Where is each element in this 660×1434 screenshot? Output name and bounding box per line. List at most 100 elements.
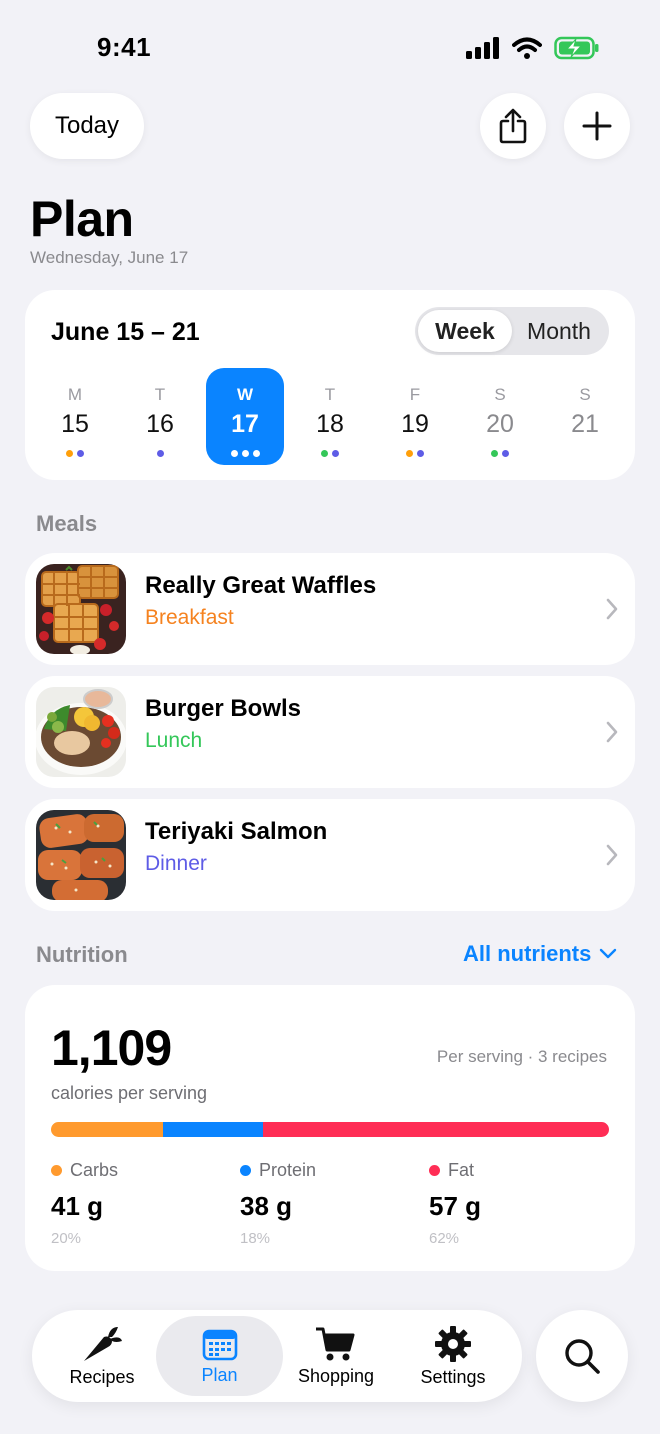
- day-number: 20: [486, 410, 514, 438]
- month-view-option[interactable]: Month: [512, 310, 606, 352]
- meal-name: Teriyaki Salmon: [145, 818, 328, 845]
- share-icon: [499, 108, 527, 144]
- meal-dots: [36, 450, 114, 458]
- tab-label: Settings: [420, 1366, 486, 1387]
- meal-dot: [66, 450, 73, 457]
- status-time: 9:41: [97, 32, 152, 62]
- macro-percent: 18%: [240, 1230, 271, 1247]
- meal-dot: [406, 450, 413, 457]
- macro-distribution-bar: [51, 1122, 609, 1137]
- serving-note: Per serving · 3 recipes: [436, 1047, 607, 1066]
- day-letter: T: [324, 385, 336, 404]
- day-number: 21: [571, 410, 599, 438]
- week-view-option[interactable]: Week: [418, 310, 512, 352]
- meal-type: Lunch: [145, 729, 203, 752]
- burger-bowl-thumbnail: [36, 687, 126, 777]
- macro-value: 57 g: [429, 1191, 482, 1221]
- meal-dots: [376, 450, 454, 458]
- meal-dot: [77, 450, 84, 457]
- macro-percent: 20%: [51, 1230, 82, 1247]
- day-number: 18: [316, 410, 344, 438]
- day-cell[interactable]: S 20: [461, 368, 539, 465]
- meal-dots: [121, 450, 199, 458]
- tab-label: Shopping: [297, 1365, 375, 1386]
- meal-name: Burger Bowls: [145, 695, 302, 722]
- chevron-right-icon: [606, 844, 618, 866]
- all-nutrients-label: All nutrients: [463, 941, 592, 966]
- meal-dot: [321, 450, 328, 457]
- day-number: 17: [231, 410, 259, 438]
- view-toggle: Week Month: [415, 307, 609, 355]
- search-icon: [565, 1339, 600, 1374]
- protein-color-dot: [240, 1165, 251, 1176]
- meal-dot: [491, 450, 498, 457]
- meals-section-heading: Meals: [36, 511, 98, 536]
- chevron-down-icon: [600, 948, 617, 959]
- wifi-icon: [512, 37, 542, 59]
- tab-label: Plan: [201, 1364, 238, 1385]
- day-cell[interactable]: M 15: [36, 368, 114, 465]
- tab-settings[interactable]: Settings: [402, 1316, 504, 1396]
- tab-bar: Recipes Plan Shopping Settings: [32, 1310, 522, 1402]
- battery-charging-icon: [554, 36, 599, 60]
- macro-bar-segment: [51, 1122, 163, 1137]
- meal-type: Breakfast: [145, 606, 234, 629]
- meal-dot: [502, 450, 509, 457]
- salmon-thumbnail: [36, 810, 126, 900]
- chevron-right-icon: [606, 721, 618, 743]
- share-button[interactable]: [480, 93, 546, 159]
- day-letter: F: [409, 385, 421, 404]
- macro-value: 41 g: [51, 1191, 104, 1221]
- page-subtitle: Wednesday, June 17: [30, 248, 189, 267]
- day-letter: W: [236, 385, 254, 404]
- calories-value: 1,109: [51, 1020, 172, 1076]
- day-number: 15: [61, 410, 89, 438]
- search-button[interactable]: [536, 1310, 628, 1402]
- meal-type: Dinner: [145, 852, 207, 875]
- macro-name: Fat: [448, 1160, 475, 1180]
- cart-icon: [316, 1327, 355, 1360]
- tab-recipes[interactable]: Recipes: [50, 1316, 154, 1396]
- today-button[interactable]: Today: [30, 93, 144, 159]
- cellular-signal-icon: [466, 37, 499, 59]
- meal-name: Really Great Waffles: [145, 572, 377, 599]
- day-letter: T: [154, 385, 166, 404]
- tab-plan[interactable]: Plan: [156, 1316, 283, 1396]
- meal-dots: [461, 450, 539, 458]
- macro-bar-segment: [263, 1122, 609, 1137]
- tab-label: Recipes: [69, 1366, 135, 1387]
- macro-name: Protein: [259, 1160, 317, 1180]
- meal-dot: [252, 450, 260, 457]
- day-cell[interactable]: F 19: [376, 368, 454, 465]
- meal-dot: [241, 450, 249, 457]
- macro-value: 38 g: [240, 1191, 293, 1221]
- day-letter: S: [579, 385, 591, 404]
- day-cell[interactable]: W 17: [206, 368, 284, 465]
- macro-percent: 62%: [429, 1230, 460, 1247]
- page-title: Plan: [30, 191, 134, 247]
- gear-icon: [435, 1325, 471, 1362]
- day-cell[interactable]: S 21: [546, 368, 624, 465]
- chevron-right-icon: [606, 598, 618, 620]
- day-cell[interactable]: T 18: [291, 368, 369, 465]
- tab-shopping[interactable]: Shopping: [285, 1316, 387, 1396]
- all-nutrients-dropdown[interactable]: All nutrients: [463, 941, 617, 967]
- status-icons: [466, 36, 600, 60]
- meal-dot: [417, 450, 424, 457]
- macro-name: Carbs: [70, 1160, 119, 1180]
- waffles-thumbnail: [36, 564, 126, 654]
- carbs-color-dot: [51, 1165, 62, 1176]
- meal-row-lunch[interactable]: Burger Bowls Lunch: [25, 676, 635, 788]
- meal-row-dinner[interactable]: Teriyaki Salmon Dinner: [25, 799, 635, 911]
- add-button[interactable]: [564, 93, 630, 159]
- day-number: 19: [401, 410, 429, 438]
- date-range-label: June 15 – 21: [51, 318, 200, 346]
- day-letter: S: [494, 385, 506, 404]
- meal-dots: [291, 450, 369, 458]
- calories-label: calories per serving: [51, 1083, 208, 1103]
- fat-color-dot: [429, 1165, 440, 1176]
- nutrition-card: 1,109 Per serving · 3 recipes calories p…: [25, 985, 635, 1271]
- day-cell[interactable]: T 16: [121, 368, 199, 465]
- meal-row-breakfast[interactable]: Really Great Waffles Breakfast: [25, 553, 635, 665]
- calendar-icon: [202, 1329, 237, 1360]
